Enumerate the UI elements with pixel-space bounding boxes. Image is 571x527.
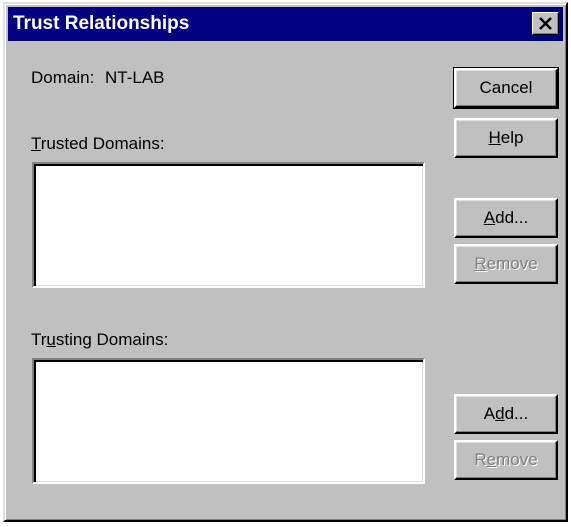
- help-label-mnemonic: H: [488, 128, 501, 147]
- trusting-label-post: sting Domains:: [55, 330, 169, 349]
- trusting-remove-button[interactable]: Remove: [454, 440, 558, 480]
- title-bar[interactable]: Trust Relationships: [8, 7, 563, 41]
- trusted-label-post: rusted Domains:: [40, 134, 165, 153]
- trusting-label-pre: Tr: [31, 330, 47, 349]
- trusted-add-label: Add...: [484, 208, 528, 228]
- trusted-label-mnemonic: T: [31, 134, 41, 153]
- trusting-domains-label: Trusting Domains:: [31, 330, 168, 350]
- trusted-remove-mnemonic: R: [474, 254, 487, 273]
- help-button[interactable]: Help: [454, 118, 558, 158]
- trusting-add-label: Add...: [484, 404, 528, 424]
- trusting-add-post: d...: [504, 404, 529, 423]
- trusted-domains-label: Trusted Domains:: [31, 134, 165, 154]
- cancel-button[interactable]: Cancel: [453, 67, 559, 109]
- help-button-label: Help: [489, 128, 524, 148]
- dialog-title: Trust Relationships: [13, 13, 190, 34]
- trusting-add-button[interactable]: Add...: [454, 394, 558, 434]
- trusted-remove-button[interactable]: Remove: [454, 244, 558, 284]
- trusted-remove-post: emove: [486, 254, 538, 273]
- trusted-remove-label: Remove: [474, 254, 537, 274]
- cancel-button-label: Cancel: [479, 78, 533, 97]
- domain-label: Domain:: [31, 68, 95, 87]
- trusting-label-mnemonic: u: [46, 330, 56, 349]
- trust-relationships-dialog: Trust Relationships Domain: NT-LAB Trust…: [3, 2, 568, 522]
- trusting-remove-mnemonic: e: [486, 450, 497, 469]
- trusting-add-pre: A: [483, 404, 496, 423]
- trusting-remove-pre: R: [474, 450, 487, 469]
- trusted-add-button[interactable]: Add...: [454, 198, 558, 238]
- help-label-post: elp: [500, 128, 524, 147]
- domain-value: NT-LAB: [105, 68, 165, 87]
- close-icon: [539, 17, 552, 30]
- close-button[interactable]: [532, 12, 559, 35]
- trusted-add-post: dd...: [495, 208, 529, 227]
- trusting-domains-list[interactable]: [32, 358, 425, 484]
- trusting-add-mnemonic: d: [495, 404, 505, 423]
- trusted-add-mnemonic: A: [483, 208, 496, 227]
- trusting-remove-post: move: [496, 450, 538, 469]
- trusted-domains-list[interactable]: [32, 162, 425, 288]
- trusting-remove-label: Remove: [474, 450, 537, 470]
